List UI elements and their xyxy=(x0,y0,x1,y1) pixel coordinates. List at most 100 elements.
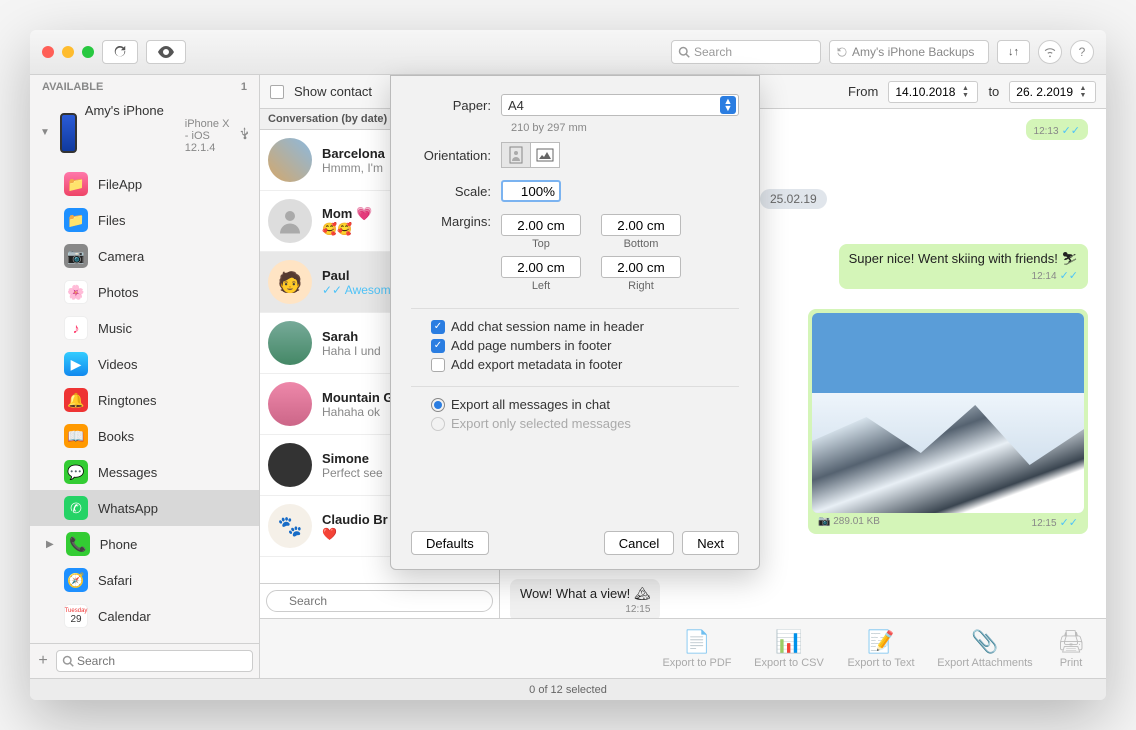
margin-bottom-input[interactable] xyxy=(601,214,681,236)
footer-label: Export Attachments xyxy=(930,657,1040,669)
camera-icon: 📷 xyxy=(64,244,88,268)
device-subtitle: iPhone X - iOS 12.1.4 xyxy=(185,118,233,154)
titlebar: Search Amy's iPhone Backups ↓↑ ? xyxy=(30,30,1106,75)
app-window: Search Amy's iPhone Backups ↓↑ ? AVAILAB… xyxy=(30,30,1106,700)
sidebar-item-files[interactable]: 📁Files xyxy=(30,202,259,238)
margin-bottom-label: Bottom xyxy=(601,238,681,250)
print-button[interactable]: 🖨Print xyxy=(1046,629,1096,669)
device-icon xyxy=(60,113,77,153)
margin-right-input[interactable] xyxy=(601,256,681,278)
scale-input[interactable] xyxy=(501,180,561,202)
sidebar-item-whatsapp[interactable]: ✆WhatsApp xyxy=(30,490,259,526)
help-button[interactable]: ? xyxy=(1070,40,1094,64)
chk-label: Add chat session name in header xyxy=(451,319,644,334)
disclosure-triangle-icon[interactable]: ▼ xyxy=(40,127,50,138)
radio-icon xyxy=(431,417,445,431)
chk-session-header[interactable]: ✓Add chat session name in header xyxy=(431,319,739,334)
radio-label: Export only selected messages xyxy=(451,416,631,431)
footer-label: Export to PDF xyxy=(654,657,740,669)
avatar xyxy=(268,138,312,182)
date-to-input[interactable]: 26. 2.2019 ▲▼ xyxy=(1009,81,1096,103)
wifi-button[interactable] xyxy=(1038,40,1062,64)
message-time: 12:13 xyxy=(1034,126,1059,137)
backups-selector[interactable]: Amy's iPhone Backups xyxy=(829,40,989,64)
message-text: Wow! What a view! 🏔 xyxy=(520,586,650,602)
image-size: 289.01 KB xyxy=(833,516,880,527)
avatar xyxy=(268,382,312,426)
sidebar-item-camera[interactable]: 📷Camera xyxy=(30,238,259,274)
scale-label: Scale: xyxy=(411,184,501,199)
radio-export-all[interactable]: Export all messages in chat xyxy=(431,397,739,412)
refresh-button[interactable] xyxy=(102,40,138,64)
margin-top-input[interactable] xyxy=(501,214,581,236)
image-message-bubble[interactable]: 📷 289.01 KB 12:15✓✓ xyxy=(808,309,1088,534)
next-button[interactable]: Next xyxy=(682,531,739,555)
chk-page-numbers[interactable]: ✓Add page numbers in footer xyxy=(431,338,739,353)
cancel-button[interactable]: Cancel xyxy=(604,531,674,555)
defaults-button[interactable]: Defaults xyxy=(411,531,489,555)
stepper-icon[interactable]: ▲▼ xyxy=(1077,85,1089,99)
add-button[interactable]: + xyxy=(36,652,50,670)
conv-name: Sarah xyxy=(322,329,381,344)
conv-preview: 🥰🥰 xyxy=(322,222,372,236)
paper-value: A4 xyxy=(508,98,524,113)
date-to-value: 26. 2.2019 xyxy=(1016,85,1073,99)
sidebar-item-phone[interactable]: ▶📞Phone xyxy=(30,526,259,562)
margin-right-label: Right xyxy=(601,280,681,292)
conv-name: Mountain G xyxy=(322,390,394,405)
sidebar-item-safari[interactable]: 🧭Safari xyxy=(30,562,259,598)
files-icon: 📁 xyxy=(64,208,88,232)
toolbar-search-placeholder: Search xyxy=(694,45,732,59)
sidebar-item-books[interactable]: 📖Books xyxy=(30,418,259,454)
minimize-window-button[interactable] xyxy=(62,46,74,58)
sidebar-label: Videos xyxy=(98,357,138,372)
close-window-button[interactable] xyxy=(42,46,54,58)
safari-icon: 🧭 xyxy=(64,568,88,592)
export-text-button[interactable]: 📝Export to Text xyxy=(838,629,924,669)
sidebar-item-music[interactable]: ♪Music xyxy=(30,310,259,346)
window-controls xyxy=(42,46,94,58)
view-button[interactable] xyxy=(146,40,186,64)
radio-icon xyxy=(431,398,445,412)
conv-name: Simone xyxy=(322,451,383,466)
conv-name: Mom 💗 xyxy=(322,206,372,222)
sidebar-item-videos[interactable]: ▶Videos xyxy=(30,346,259,382)
footer-label: Export to Text xyxy=(838,657,924,669)
export-attachments-button[interactable]: 📎Export Attachments xyxy=(930,629,1040,669)
sidebar-item-ringtones[interactable]: 🔔Ringtones xyxy=(30,382,259,418)
message-time: 12:15 xyxy=(1032,518,1057,529)
device-row[interactable]: ▼ Amy's iPhone iPhone X - iOS 12.1.4 xyxy=(30,99,259,166)
message-time: 12:15 xyxy=(520,604,650,615)
to-label: to xyxy=(988,84,999,99)
app-list: 📁FileApp 📁Files 📷Camera 🌸Photos ♪Music ▶… xyxy=(30,166,259,643)
sidebar-label: Calendar xyxy=(98,609,151,624)
margin-left-input[interactable] xyxy=(501,256,581,278)
sidebar-item-fileapp[interactable]: 📁FileApp xyxy=(30,166,259,202)
status-bar: 0 of 12 selected xyxy=(30,678,1106,700)
disclosure-icon[interactable]: ▶ xyxy=(46,539,54,550)
paper-label: Paper: xyxy=(411,98,501,113)
toolbar-search[interactable]: Search xyxy=(671,40,821,64)
history-icon xyxy=(836,46,848,58)
maximize-window-button[interactable] xyxy=(82,46,94,58)
sidebar-header: AVAILABLE xyxy=(42,81,103,93)
transfer-button[interactable]: ↓↑ xyxy=(997,40,1030,64)
sidebar-item-messages[interactable]: 💬Messages xyxy=(30,454,259,490)
sidebar-item-calendar[interactable]: Tuesday29Calendar xyxy=(30,598,259,634)
sidebar-item-photos[interactable]: 🌸Photos xyxy=(30,274,259,310)
chk-export-metadata[interactable]: Add export metadata in footer xyxy=(431,357,739,372)
export-csv-button[interactable]: 📊Export to CSV xyxy=(746,629,832,669)
export-pdf-button[interactable]: 📄Export to PDF xyxy=(654,629,740,669)
orientation-landscape-button[interactable] xyxy=(530,142,560,168)
date-from-input[interactable]: 14.10.2018▲▼ xyxy=(888,81,978,103)
sidebar-search-input[interactable] xyxy=(56,650,253,672)
paper-select[interactable]: A4 ▲▼ xyxy=(501,94,739,116)
eye-icon xyxy=(157,46,175,58)
show-contact-checkbox[interactable] xyxy=(270,85,284,99)
phone-icon: 📞 xyxy=(66,532,90,556)
stepper-icon[interactable]: ▲▼ xyxy=(959,85,971,99)
orientation-portrait-button[interactable] xyxy=(501,142,531,168)
conversation-search-input[interactable] xyxy=(266,590,493,612)
messages-icon: 💬 xyxy=(64,460,88,484)
conv-name: Claudio Br xyxy=(322,512,388,527)
